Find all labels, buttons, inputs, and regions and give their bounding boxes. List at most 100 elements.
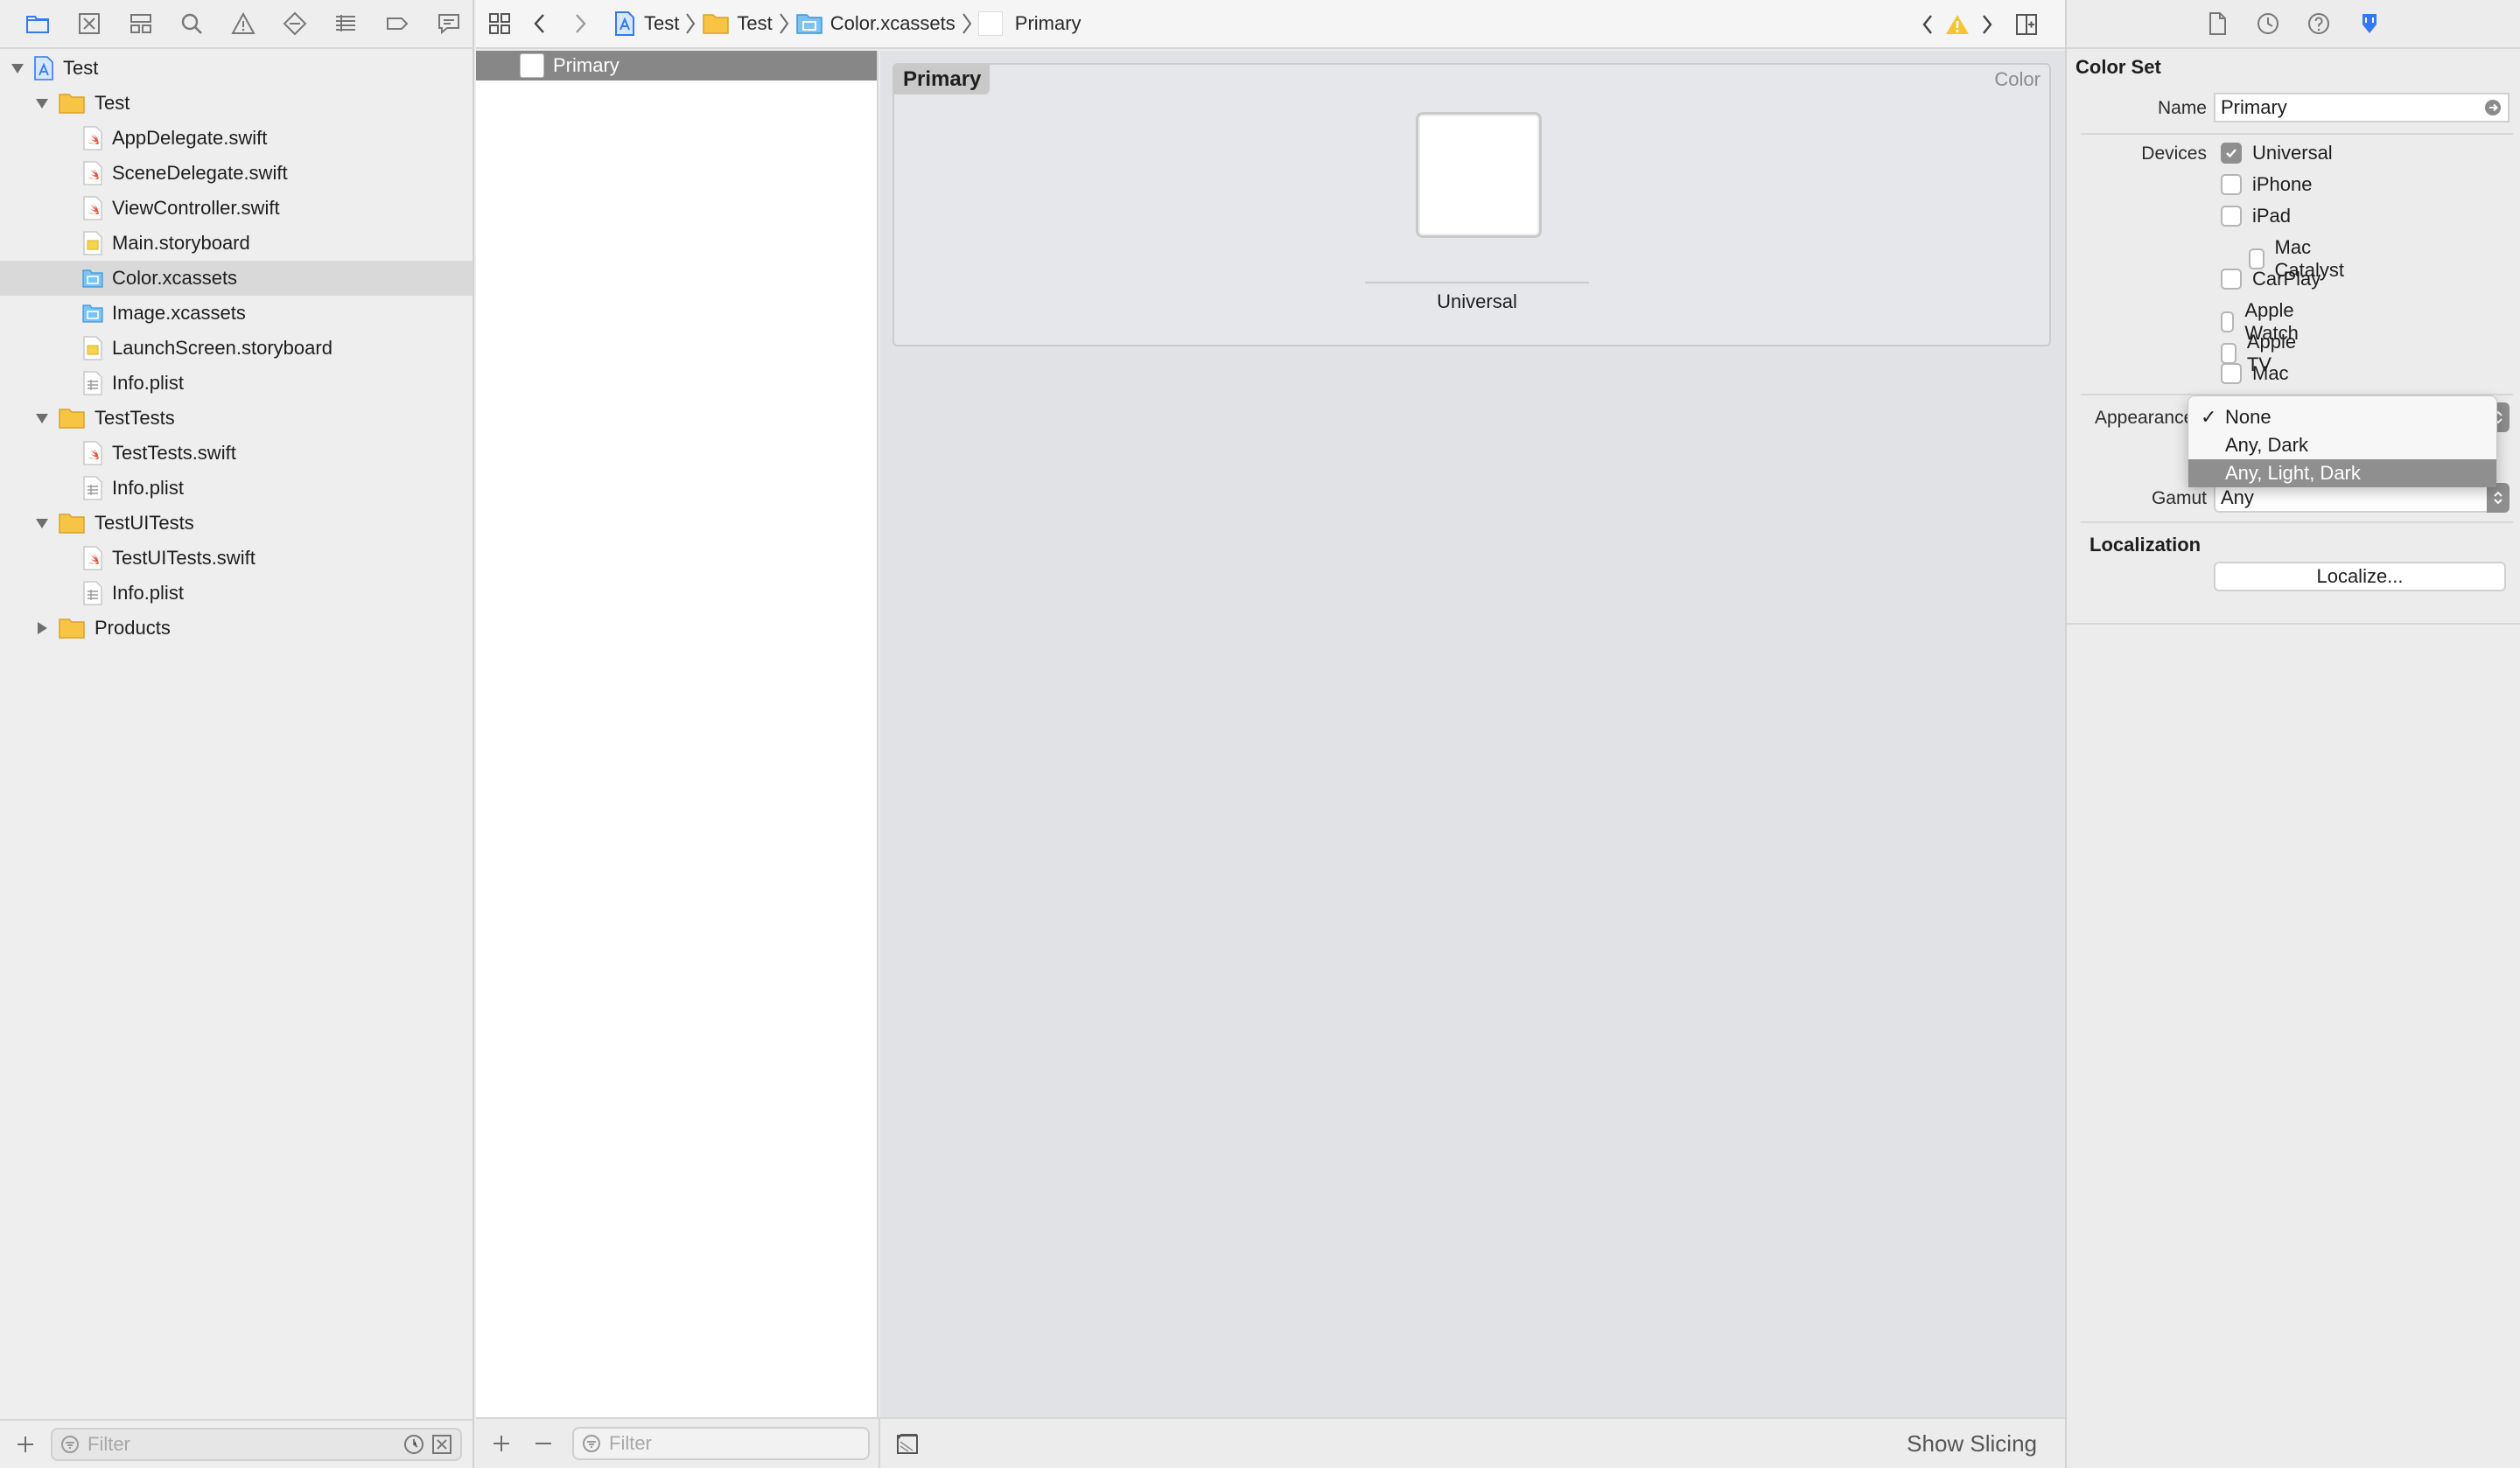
checkbox[interactable] (2221, 143, 2242, 164)
file-inspector-tab[interactable] (2203, 10, 2231, 38)
tree-item-swift[interactable]: TestTests.swift (0, 436, 472, 471)
tree-item-folder[interactable]: Products (0, 611, 472, 646)
tree-item-label: AppDelegate.swift (112, 127, 268, 149)
tree-item-label: TestUITests.swift (112, 547, 256, 569)
tree-item-label: TestTests (94, 407, 175, 429)
symbol-navigator-tab[interactable] (115, 0, 166, 48)
menu-item-label: Any, Dark (2225, 434, 2308, 456)
swatch-divider (1365, 282, 1589, 283)
checkbox[interactable] (2221, 206, 2242, 227)
plist-file-icon (83, 476, 102, 500)
device-checkbox-row[interactable]: Mac (2221, 362, 2289, 385)
warning-icon (1946, 15, 1969, 34)
checkbox[interactable] (2221, 311, 2235, 332)
add-file-button[interactable] (12, 1431, 38, 1458)
checkbox[interactable] (2221, 363, 2242, 384)
device-label: Mac (2252, 362, 2289, 384)
recent-files-icon[interactable] (402, 1433, 425, 1456)
related-items-button[interactable] (480, 0, 520, 48)
tree-item-swift[interactable]: TestUITests.swift (0, 541, 472, 576)
disclosure-expanded-icon[interactable] (32, 93, 52, 114)
localize-button[interactable]: Localize... (2214, 562, 2506, 591)
disclosure-expanded-icon[interactable] (7, 58, 28, 79)
asset-filter-input[interactable]: Filter (572, 1427, 870, 1460)
show-slicing-button[interactable]: Show Slicing (1907, 1430, 2037, 1458)
tree-item-swift[interactable]: AppDelegate.swift (0, 121, 472, 156)
asset-list-item[interactable]: Primary (476, 51, 877, 80)
tree-item-swift[interactable]: ViewController.swift (0, 191, 472, 226)
source-control-tab[interactable] (64, 0, 116, 48)
report-navigator-tab[interactable] (423, 0, 474, 48)
report-icon (438, 14, 459, 35)
jump-bar: Test Test Color.xcassets Primary (476, 0, 2065, 49)
tree-item-label: Products (94, 617, 171, 639)
tree-item-folder[interactable]: TestUITests (0, 506, 472, 541)
breakpoint-navigator-tab[interactable] (372, 0, 424, 48)
tree-item-plist[interactable]: Info.plist (0, 366, 472, 401)
device-checkbox-row[interactable]: Universal (2221, 142, 2333, 164)
toggle-outline-button[interactable] (892, 1429, 922, 1458)
next-issue-button[interactable] (1972, 0, 2002, 49)
appearances-menu-item[interactable]: Any, Dark (2188, 431, 2496, 459)
chevron-left-icon (1922, 15, 1932, 34)
tree-item-folder[interactable]: Test (0, 86, 472, 121)
source-control-filter-icon[interactable] (430, 1433, 453, 1456)
tree-item-storyboard[interactable]: LaunchScreen.storyboard (0, 331, 472, 366)
checkbox[interactable] (2221, 174, 2242, 195)
debug-navigator-tab[interactable] (320, 0, 372, 48)
device-checkbox-row[interactable]: CarPlay (2221, 268, 2320, 290)
tree-item-label: Info.plist (112, 372, 184, 394)
add-asset-button[interactable] (488, 1430, 514, 1457)
breadcrumb-item-xcassets[interactable]: Color.xcassets (795, 12, 956, 35)
attributes-inspector-tab[interactable] (2356, 10, 2384, 38)
add-editor-button[interactable] (2002, 0, 2051, 49)
breadcrumb-item-project[interactable]: Test (612, 10, 679, 37)
plist-file-icon (83, 371, 102, 395)
colorset-swatch-icon (977, 11, 1003, 36)
disclosure-expanded-icon[interactable] (32, 408, 52, 429)
tree-item-plist[interactable]: Info.plist (0, 576, 472, 611)
disclosure-collapsed-icon[interactable] (32, 618, 52, 639)
history-inspector-tab[interactable] (2254, 10, 2282, 38)
tree-item-swift[interactable]: SceneDelegate.swift (0, 156, 472, 191)
document-icon (2209, 12, 2226, 35)
tree-item-xcassets[interactable]: Image.xcassets (0, 296, 472, 331)
checkbox[interactable] (2249, 248, 2264, 269)
gamut-popup[interactable]: Any (2214, 483, 2510, 513)
help-inspector-tab[interactable] (2305, 10, 2333, 38)
name-field[interactable]: Primary (2214, 93, 2510, 122)
popup-arrow-icon (2487, 483, 2510, 513)
tree-item-xcassets[interactable]: Color.xcassets (0, 261, 472, 296)
device-label: iPad (2252, 205, 2292, 227)
breadcrumb-item-folder[interactable]: Test (702, 12, 773, 35)
issue-warning-button[interactable] (1942, 0, 1972, 49)
project-navigator-tab[interactable] (12, 0, 64, 48)
tree-item-plist[interactable]: Info.plist (0, 471, 472, 506)
tree-item-project[interactable]: Test (0, 51, 472, 86)
arrow-circle-right-icon[interactable] (2483, 98, 2502, 117)
tree-item-folder[interactable]: TestTests (0, 401, 472, 436)
project-navigator: Test Test AppDelegate.swift SceneDelegate.s… (0, 0, 474, 1468)
color-swatch-well[interactable] (1416, 112, 1542, 238)
remove-asset-button[interactable] (530, 1430, 556, 1457)
device-checkbox-row[interactable]: iPad (2221, 205, 2291, 227)
appearances-menu-item[interactable]: Any, Light, Dark (2188, 459, 2496, 487)
issue-navigator-tab[interactable] (218, 0, 270, 48)
tree-item-storyboard[interactable]: Main.storyboard (0, 226, 472, 261)
breadcrumb-item-colorset[interactable]: Primary (977, 11, 1082, 36)
swift-file-icon (83, 126, 102, 150)
checkbox[interactable] (2221, 343, 2236, 364)
checkbox[interactable] (2221, 269, 2242, 290)
appearances-menu-item[interactable]: ✓ None (2188, 403, 2496, 431)
device-checkbox-row[interactable]: iPhone (2221, 173, 2313, 196)
test-navigator-tab[interactable] (269, 0, 320, 48)
go-back-button[interactable] (520, 0, 560, 48)
find-navigator-tab[interactable] (166, 0, 218, 48)
previous-issue-button[interactable] (1913, 0, 1942, 49)
search-icon (182, 13, 203, 34)
navigator-filter-input[interactable]: Filter (51, 1428, 462, 1461)
disclosure-expanded-icon[interactable] (32, 513, 52, 534)
file-tree: Test Test AppDelegate.swift SceneDelegate.s… (0, 51, 472, 646)
go-forward-button[interactable] (560, 0, 600, 48)
tree-item-label: Main.storyboard (112, 232, 250, 254)
